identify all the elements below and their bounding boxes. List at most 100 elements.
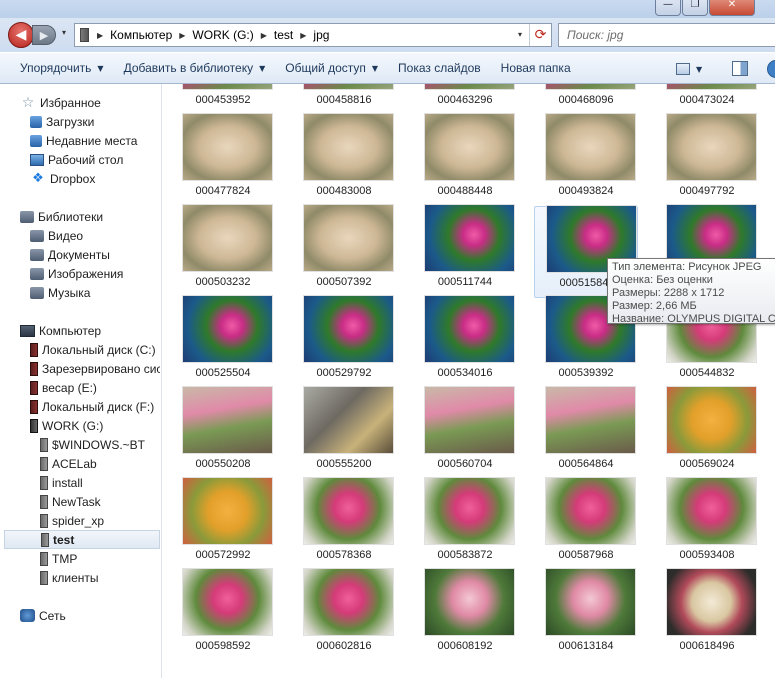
image-thumbnail bbox=[182, 84, 273, 90]
organize-button[interactable]: Упорядочить ▼ bbox=[10, 56, 114, 80]
share-button[interactable]: Общий доступ ▼ bbox=[275, 56, 388, 80]
refresh-icon[interactable]: ⟳ bbox=[529, 24, 551, 46]
sidebar-item-network[interactable]: Сеть bbox=[4, 606, 160, 625]
sidebar-item-vesar-e[interactable]: весар (E:) bbox=[4, 378, 160, 397]
sidebar-item-dropbox[interactable]: ❖ Dropbox bbox=[4, 169, 160, 188]
file-item[interactable]: 000569024 bbox=[655, 386, 759, 480]
sidebar-item-video[interactable]: Видео bbox=[4, 226, 160, 245]
new-folder-button[interactable]: Новая папка bbox=[491, 56, 581, 80]
file-item[interactable]: 000525504 bbox=[171, 295, 275, 389]
breadcrumb-separator-icon[interactable]: ▶ bbox=[296, 31, 310, 40]
file-item[interactable]: 000618496 bbox=[655, 568, 759, 662]
sidebar-item-windows-bt[interactable]: $WINDOWS.~BT bbox=[4, 435, 160, 454]
file-item[interactable]: 000560704 bbox=[413, 386, 517, 480]
recent-pages-button[interactable]: ▾ bbox=[58, 28, 70, 40]
address-field[interactable]: ▶ Компьютер ▶ WORK (G:) ▶ test ▶ jpg ▾ ⟳ bbox=[74, 23, 552, 47]
sidebar-item-acelab[interactable]: ACELab bbox=[4, 454, 160, 473]
sidebar-item-label: TMP bbox=[52, 551, 78, 566]
file-item[interactable]: 000608192 bbox=[413, 568, 517, 662]
file-item[interactable]: 000453952 bbox=[171, 84, 275, 116]
file-item[interactable]: 000598592 bbox=[171, 568, 275, 662]
file-item[interactable]: 000529792 bbox=[292, 295, 396, 389]
file-name: 000602816 bbox=[316, 640, 372, 652]
breadcrumb-separator-icon[interactable]: ▶ bbox=[257, 31, 271, 40]
file-item[interactable]: 000578368 bbox=[292, 477, 396, 571]
minimize-button[interactable]: — bbox=[655, 0, 681, 16]
file-item[interactable]: 000488448 bbox=[413, 113, 517, 207]
music-library-icon bbox=[30, 286, 44, 299]
address-history-dropdown-icon[interactable]: ▾ bbox=[513, 24, 527, 46]
add-to-library-button[interactable]: Добавить в библиотеку ▼ bbox=[114, 56, 276, 80]
sidebar-item-label: Зарезервировано системой bbox=[42, 361, 160, 376]
sidebar-item-newtask[interactable]: NewTask bbox=[4, 492, 160, 511]
file-name: 000525504 bbox=[195, 367, 251, 379]
file-name: 000618496 bbox=[679, 640, 735, 652]
file-name: 000555200 bbox=[316, 458, 372, 470]
file-item[interactable]: 000458816 bbox=[292, 84, 396, 116]
sidebar-item-tmp[interactable]: TMP bbox=[4, 549, 160, 568]
sidebar-item-downloads[interactable]: Загрузки bbox=[4, 112, 160, 131]
breadcrumb-jpg[interactable]: jpg bbox=[310, 28, 332, 42]
sidebar-item-local-c[interactable]: Локальный диск (C:) bbox=[4, 340, 160, 359]
sidebar-item-music[interactable]: Музыка bbox=[4, 283, 160, 302]
sidebar-item-reserved[interactable]: Зарезервировано системой bbox=[4, 359, 160, 378]
maximize-button[interactable]: ❐ bbox=[682, 0, 708, 16]
sidebar-item-computer[interactable]: Компьютер bbox=[4, 321, 160, 340]
file-item[interactable]: 000503232 bbox=[171, 204, 275, 298]
add-to-library-label: Добавить в библиотеку bbox=[123, 61, 254, 75]
breadcrumb-work-drive[interactable]: WORK (G:) bbox=[189, 28, 256, 42]
sidebar-item-local-f[interactable]: Локальный диск (F:) bbox=[4, 397, 160, 416]
sidebar-item-recent-places[interactable]: Недавние места bbox=[4, 131, 160, 150]
sidebar-item-pictures[interactable]: Изображения bbox=[4, 264, 160, 283]
breadcrumb-separator-icon[interactable]: ▶ bbox=[93, 31, 107, 40]
forward-button[interactable]: ▶ bbox=[32, 25, 56, 45]
file-item[interactable]: 000463296 bbox=[413, 84, 517, 116]
file-item[interactable]: 000473024 bbox=[655, 84, 759, 116]
file-item[interactable]: 000587968 bbox=[534, 477, 638, 571]
close-button[interactable]: ✕ bbox=[709, 0, 755, 16]
breadcrumb-test[interactable]: test bbox=[271, 28, 296, 42]
search-input[interactable]: Поиск: jpg bbox=[558, 23, 775, 47]
sidebar-item-desktop[interactable]: Рабочий стол bbox=[4, 150, 160, 169]
back-button[interactable]: ◀ bbox=[8, 22, 34, 48]
file-item[interactable]: 000564864 bbox=[534, 386, 638, 480]
file-name: 000569024 bbox=[679, 458, 735, 470]
file-item[interactable]: 000550208 bbox=[171, 386, 275, 480]
help-button[interactable] bbox=[767, 60, 775, 78]
change-view-button[interactable]: ▼ bbox=[676, 58, 716, 80]
file-item[interactable]: 000572992 bbox=[171, 477, 275, 571]
sidebar-item-favorites[interactable]: ☆ Избранное bbox=[4, 93, 160, 112]
drive-icon bbox=[30, 342, 38, 357]
dropdown-arrow-icon: ▼ bbox=[371, 63, 379, 73]
file-item[interactable]: 000602816 bbox=[292, 568, 396, 662]
breadcrumb-separator-icon[interactable]: ▶ bbox=[175, 31, 189, 40]
file-item[interactable]: 000497792 bbox=[655, 113, 759, 207]
image-thumbnail bbox=[666, 113, 757, 181]
file-item[interactable]: 000583872 bbox=[413, 477, 517, 571]
file-item[interactable]: 000555200 bbox=[292, 386, 396, 480]
file-item[interactable]: 000477824 bbox=[171, 113, 275, 207]
sidebar-item-documents[interactable]: Документы bbox=[4, 245, 160, 264]
image-thumbnail bbox=[303, 113, 394, 181]
file-item[interactable]: 000468096 bbox=[534, 84, 638, 116]
breadcrumb-computer[interactable]: Компьютер bbox=[107, 28, 175, 42]
file-item[interactable]: 000511744 bbox=[413, 204, 517, 298]
folder-icon bbox=[40, 551, 48, 566]
sidebar-item-spider-xp[interactable]: spider_xp bbox=[4, 511, 160, 530]
sidebar-item-test[interactable]: test bbox=[4, 530, 160, 549]
file-name: 000544832 bbox=[679, 367, 735, 379]
file-item[interactable]: 000593408 bbox=[655, 477, 759, 571]
sidebar-item-install[interactable]: install bbox=[4, 473, 160, 492]
preview-pane-button[interactable] bbox=[732, 61, 748, 76]
slideshow-button[interactable]: Показ слайдов bbox=[388, 56, 491, 80]
star-icon: ☆ bbox=[21, 94, 35, 111]
file-item[interactable]: 000613184 bbox=[534, 568, 638, 662]
sidebar-item-work-g[interactable]: WORK (G:) bbox=[4, 416, 160, 435]
sidebar-item-clients[interactable]: клиенты bbox=[4, 568, 160, 587]
file-item[interactable]: 000507392 bbox=[292, 204, 396, 298]
sidebar-item-libraries[interactable]: Библиотеки bbox=[4, 207, 160, 226]
file-item[interactable]: 000534016 bbox=[413, 295, 517, 389]
file-item[interactable]: 000483008 bbox=[292, 113, 396, 207]
file-item[interactable]: 000493824 bbox=[534, 113, 638, 207]
tooltip-size: Размер: 2,66 МБ bbox=[612, 300, 697, 312]
